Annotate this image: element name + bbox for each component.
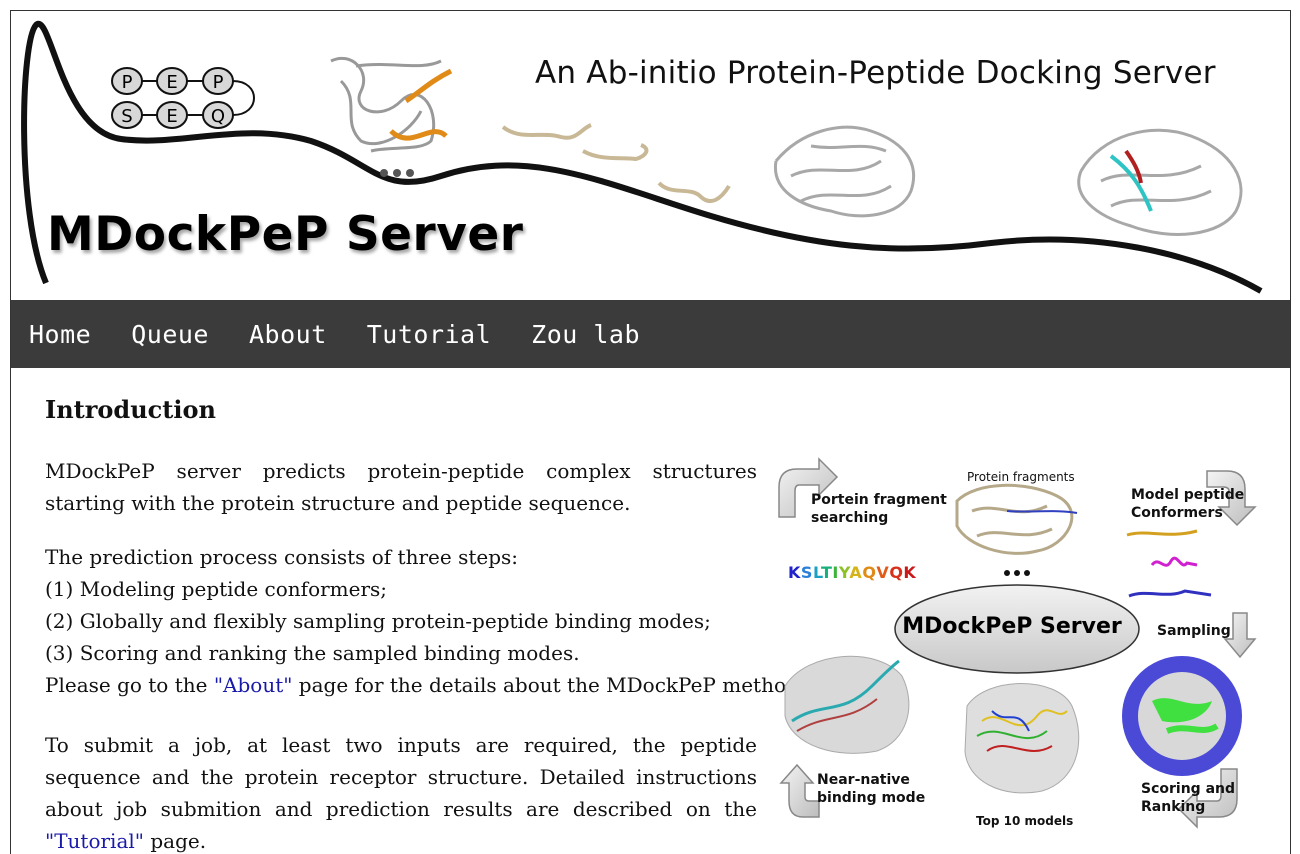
main-nav: Home Queue About Tutorial Zou lab [11, 300, 1290, 368]
label-protein-fragments: Protein fragments [967, 470, 1075, 484]
nav-home[interactable]: Home [29, 320, 91, 349]
label-scoring: Scoring and Ranking [1141, 781, 1236, 815]
seq-letter: S [800, 563, 813, 582]
workflow-figure: Portein fragment searching Protein fragm… [767, 451, 1259, 831]
ellipsis-dots [380, 169, 414, 177]
arrow-bottom-left-icon [779, 763, 820, 818]
step-2: (2) Globally and flexibly sampling prote… [45, 609, 711, 633]
protein-docked-image [1077, 128, 1243, 236]
tutorial-link[interactable]: "Tutorial" [45, 829, 144, 853]
peptide-sequence: KSLTIYAQVQK [788, 563, 916, 582]
seq-letter: Q [862, 563, 877, 582]
nav-zou-lab[interactable]: Zou lab [531, 320, 640, 349]
svg-text:Q: Q [211, 106, 225, 127]
svg-text:S: S [121, 106, 132, 127]
binding-mode-image [784, 655, 910, 754]
intro-section: Introduction MDockPeP server predicts pr… [45, 395, 806, 854]
step-1: (1) Modeling peptide conformers; [45, 577, 388, 601]
step-3: (3) Scoring and ranking the sampled bind… [45, 641, 580, 665]
label-top-models: Top 10 models [976, 814, 1074, 828]
svg-text:E: E [166, 72, 177, 93]
about-line: Please go to the "About" page for the de… [45, 673, 806, 697]
steps-paragraph: The prediction process consists of three… [45, 541, 806, 701]
center-label: MDockPeP Server [902, 614, 1122, 639]
pep-seq-logo: P E P S E Q [111, 67, 255, 129]
header-banner: P E P S E Q An Ab-initio Protein-Peptide… [11, 11, 1290, 300]
seq-letter: Q [889, 563, 904, 582]
svg-text:P: P [213, 72, 224, 93]
top-models-image [964, 683, 1080, 794]
seq-letter: T [820, 563, 833, 582]
about-link[interactable]: "About" [214, 673, 293, 697]
svg-text:P: P [122, 72, 133, 93]
banner-tagline: An Ab-initio Protein-Peptide Docking Ser… [535, 55, 1216, 91]
protein-structure-image [330, 56, 453, 153]
nav-tutorial[interactable]: Tutorial [367, 320, 491, 349]
label-near-native: Near-native binding mode [817, 772, 926, 806]
label-fragment-search: Portein fragment searching [811, 492, 947, 526]
protein-fragments-image [955, 483, 1078, 555]
nav-queue[interactable]: Queue [131, 320, 209, 349]
ellipsis-dots [1004, 570, 1030, 576]
label-sampling: Sampling [1157, 623, 1231, 639]
seq-letter: L [812, 563, 821, 582]
seq-letter: A [849, 563, 863, 582]
seq-letter: K [788, 563, 801, 582]
peptide-conformers-image [501, 123, 731, 203]
page-frame: P E P S E Q An Ab-initio Protein-Peptide… [10, 10, 1291, 854]
conformers-image [1126, 529, 1212, 598]
nav-about[interactable]: About [249, 320, 327, 349]
protein-complex-image [774, 125, 916, 218]
seq-letter: K [903, 563, 917, 582]
intro-paragraph: MDockPeP server predicts protein-peptide… [45, 459, 757, 515]
banner-brand-title: MDockPeP Server [47, 207, 524, 262]
submit-paragraph: To submit a job, at least two inputs are… [45, 733, 757, 853]
seq-letter: Y [838, 563, 850, 582]
sampling-image [1122, 656, 1242, 776]
seq-letter: V [876, 563, 890, 582]
label-model-conformers: Model peptide Conformers [1131, 487, 1245, 521]
svg-text:E: E [166, 106, 177, 127]
steps-intro: The prediction process consists of three… [45, 545, 519, 569]
intro-heading: Introduction [45, 395, 216, 424]
